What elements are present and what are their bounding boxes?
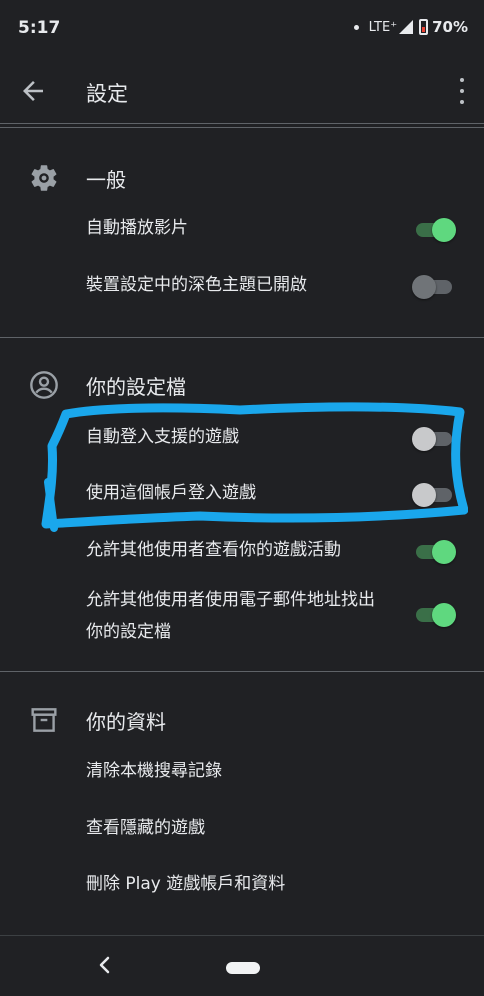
- sign-in-with-account-toggle[interactable]: [412, 483, 452, 507]
- setting-label: 查看隱藏的遊戲: [86, 818, 205, 838]
- setting-label: 刪除 Play 遊戲帳戶和資料: [86, 874, 286, 894]
- setting-label: 自動播放影片: [86, 218, 188, 238]
- section-title: 你的設定檔: [86, 375, 186, 399]
- setting-label: 清除本機搜尋記錄: [86, 761, 222, 781]
- setting-label: 允許其他使用者查看你的遊戲活動: [86, 540, 341, 560]
- setting-label: 裝置設定中的深色主題已開啟: [86, 275, 307, 295]
- status-indicators: LTE⁺ 70%: [353, 18, 468, 36]
- setting-label: 自動登入支援的遊戲: [86, 427, 239, 447]
- app-bar: 設定: [0, 60, 484, 122]
- setting-label: 使用這個帳戶登入遊戲: [86, 483, 256, 503]
- setting-row-autoplay-video[interactable]: 自動播放影片: [0, 215, 484, 245]
- page-title: 設定: [86, 82, 128, 106]
- divider: [0, 123, 484, 124]
- more-vert-icon: [460, 78, 464, 82]
- setting-row-auto-sign-in[interactable]: 自動登入支援的遊戲: [0, 424, 484, 454]
- find-by-email-toggle[interactable]: [416, 603, 456, 627]
- auto-sign-in-toggle[interactable]: [412, 427, 452, 451]
- status-bar: 5:17 LTE⁺ 70%: [0, 0, 484, 60]
- signal-icon: [399, 20, 414, 34]
- status-time: 5:17: [18, 18, 61, 38]
- section-data-header: 你的資料: [0, 700, 484, 740]
- show-activity-toggle[interactable]: [416, 540, 456, 564]
- setting-row-find-by-email[interactable]: 允許其他使用者使用電子郵件地址找出你的設定檔: [0, 584, 484, 646]
- arrow-back-icon: [23, 81, 43, 101]
- section-title: 一般: [86, 168, 126, 192]
- battery-percentage: 70%: [432, 18, 468, 36]
- setting-row-dark-theme: 裝置設定中的深色主題已開啟: [0, 272, 484, 302]
- setting-row-delete-account[interactable]: 刪除 Play 遊戲帳戶和資料: [0, 871, 484, 901]
- highlight-annotation: [41, 402, 468, 532]
- more-options-button[interactable]: [454, 78, 470, 104]
- back-button[interactable]: [18, 76, 48, 106]
- nav-home-pill[interactable]: [226, 962, 260, 974]
- archive-icon: [28, 704, 60, 736]
- dark-theme-toggle: [412, 275, 452, 299]
- notification-dot-icon: [353, 24, 359, 30]
- chevron-left-icon: [99, 956, 110, 974]
- navigation-bar: [0, 936, 484, 996]
- setting-row-show-activity[interactable]: 允許其他使用者查看你的遊戲活動: [0, 537, 484, 567]
- autoplay-video-toggle[interactable]: [416, 218, 456, 242]
- section-title: 你的資料: [86, 710, 166, 734]
- section-general-header: 一般: [0, 158, 484, 198]
- divider: [0, 127, 484, 128]
- setting-row-hidden-games[interactable]: 查看隱藏的遊戲: [0, 815, 484, 845]
- settings-screen: 5:17 LTE⁺ 70% 設定 一般 自動播放影片 裝置設定中的深色主題已開啟…: [0, 0, 484, 996]
- battery-icon: [419, 19, 429, 35]
- setting-label: 允許其他使用者使用電子郵件地址找出你的設定檔: [86, 590, 375, 642]
- setting-row-sign-in-with-account[interactable]: 使用這個帳戶登入遊戲: [0, 480, 484, 510]
- account-circle-icon: [28, 369, 60, 401]
- section-profile-header: 你的設定檔: [0, 365, 484, 405]
- gear-icon: [28, 162, 60, 194]
- network-type: LTE⁺: [368, 19, 398, 35]
- divider: [0, 337, 484, 338]
- setting-row-clear-search-history[interactable]: 清除本機搜尋記錄: [0, 758, 484, 788]
- nav-back-button[interactable]: [96, 954, 114, 982]
- divider: [0, 671, 484, 672]
